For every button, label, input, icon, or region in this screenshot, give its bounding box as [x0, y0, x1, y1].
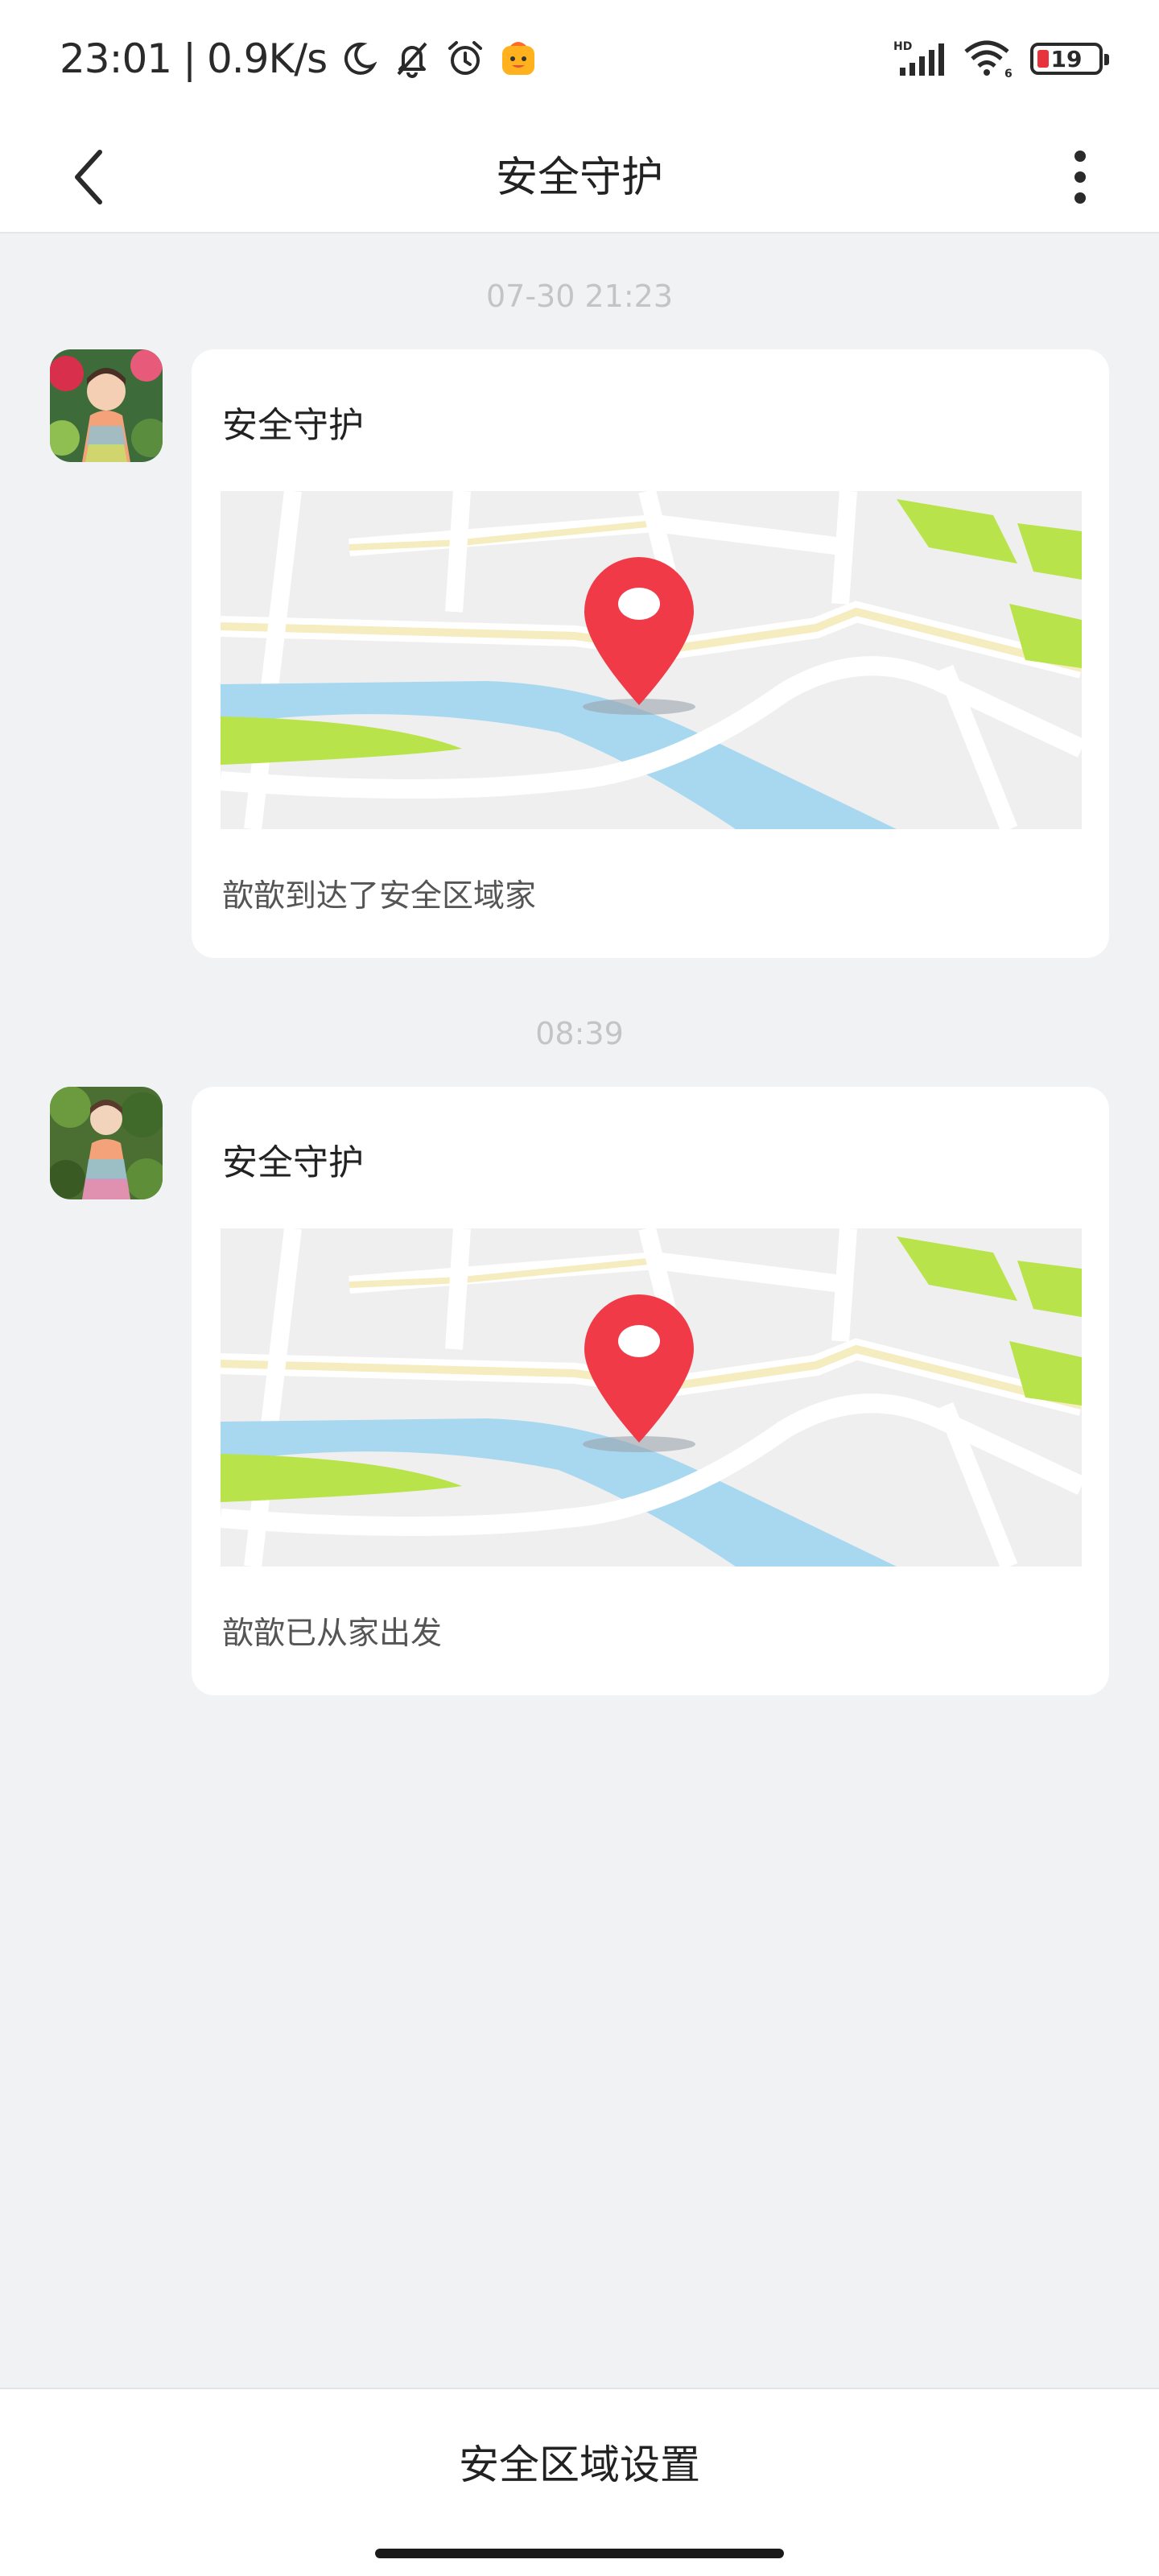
- status-time: 23:01: [60, 35, 172, 82]
- signal-icon: HD: [893, 38, 947, 80]
- map-thumbnail: [221, 491, 1082, 829]
- status-left: 23:01 | 0.9K/s: [60, 31, 539, 87]
- mute-icon: [391, 38, 433, 80]
- message-text: 歆歆已从家出发: [222, 1616, 443, 1652]
- wifi-icon: 6: [963, 38, 1014, 80]
- bottom-bar: 安全区域设置: [0, 2388, 1159, 2576]
- map-thumbnail: [221, 1228, 1082, 1567]
- avatar[interactable]: [50, 349, 163, 462]
- status-net-speed: 0.9K/s: [206, 35, 328, 82]
- message-title: 安全守护: [222, 405, 364, 446]
- safe-zone-settings-button[interactable]: 安全区域设置: [0, 2389, 1159, 2534]
- status-bar: 23:01 | 0.9K/s HD 6 19: [0, 0, 1159, 113]
- message-timestamp: 07-30 21:23: [485, 279, 673, 314]
- wifi-sub-label: 6: [1004, 68, 1013, 79]
- status-separator: |: [183, 35, 196, 82]
- avatar[interactable]: [50, 1087, 163, 1199]
- page-title: 安全守护: [495, 154, 663, 202]
- message-card[interactable]: 安全守护 歆歆已从家出发: [192, 1087, 1109, 1695]
- message-text: 歆歆到达了安全区域家: [222, 878, 537, 914]
- emoji-icon: [497, 38, 539, 80]
- message-card[interactable]: 安全守护 歆歆到达了安全区域家: [192, 349, 1109, 958]
- status-right: HD 6 19: [893, 32, 1109, 85]
- signal-hd-label: HD: [893, 40, 912, 53]
- message-title: 安全守护: [222, 1142, 364, 1183]
- nav-bar: 安全守护: [0, 113, 1159, 233]
- more-vertical-icon: [1074, 151, 1086, 204]
- home-indicator[interactable]: [375, 2549, 784, 2558]
- message-timestamp: 08:39: [535, 1016, 624, 1051]
- battery-level: 19: [1050, 45, 1083, 72]
- moon-icon: [338, 38, 380, 80]
- battery-icon: 19: [1030, 43, 1109, 75]
- more-button[interactable]: [1040, 137, 1120, 217]
- alarm-icon: [444, 38, 486, 80]
